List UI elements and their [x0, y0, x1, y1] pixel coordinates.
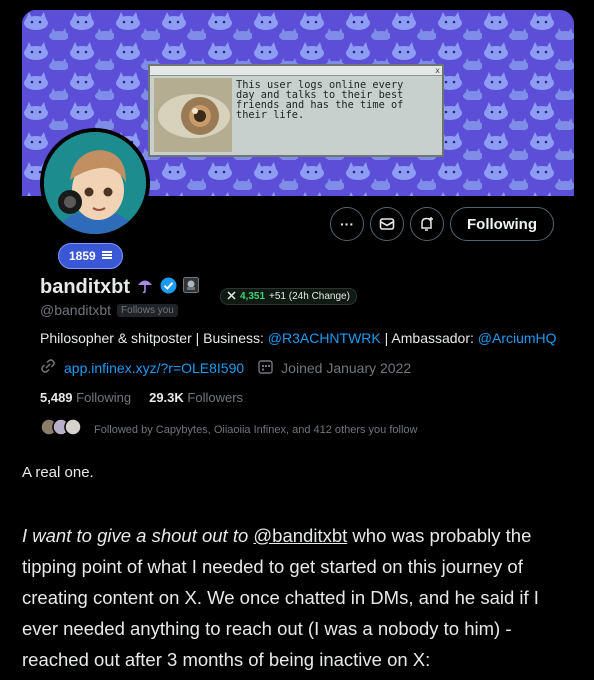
affiliate-badge-icon[interactable]	[183, 277, 199, 298]
joined-date: Joined January 2022	[281, 359, 412, 376]
profile-actions: ··· Following	[330, 207, 554, 241]
more-icon: ···	[340, 216, 355, 232]
post-mention-link[interactable]: @banditxbt	[253, 525, 347, 546]
avatar[interactable]	[40, 128, 150, 238]
website-link[interactable]: app.infinex.xyz/?r=OLE8I590	[64, 360, 244, 376]
profile-card: x This user logs online every day and ta…	[22, 0, 574, 452]
verified-icon[interactable]	[160, 277, 177, 299]
bio-mention-link[interactable]: @ArciumHQ	[478, 330, 557, 346]
link-icon	[40, 358, 56, 377]
level-badge[interactable]: 1859	[58, 243, 123, 269]
notify-button[interactable]	[410, 207, 445, 241]
followed-by-text: Followed by Capybytes, Oiiaoiia Infinex,…	[94, 423, 418, 436]
profile-bio: Philosopher & shitposter | Business: @R3…	[40, 330, 570, 346]
x-logo-icon	[227, 290, 236, 303]
following-button[interactable]: Following	[450, 207, 554, 241]
level-badge-number: 1859	[69, 249, 96, 263]
score-value: 4,351	[240, 291, 266, 302]
followed-by-row[interactable]: Followed by Capybytes, Oiiaoiia Infinex,…	[40, 418, 417, 441]
bio-text: Philosopher & shitposter | Business:	[40, 330, 268, 346]
followers-count: 29.3K	[149, 390, 184, 405]
close-icon: x	[435, 66, 440, 75]
calendar-icon	[258, 359, 273, 377]
handle-row: @banditxbt Follows you	[40, 302, 178, 318]
bio-text: | Ambassador:	[380, 330, 478, 346]
caption-text: A real one.	[22, 464, 94, 481]
eye-image	[154, 78, 232, 152]
follow-stats: 5,489 Following 29.3K Followers	[40, 390, 243, 405]
following-label: Following	[76, 390, 132, 405]
stack-icon	[101, 249, 112, 263]
score-change: +51 (24h Change)	[269, 291, 350, 302]
umbrella-icon	[136, 276, 154, 299]
post-text: I want to give a shout out to @banditxbt…	[22, 520, 572, 675]
display-name: banditxbt	[40, 276, 130, 298]
envelope-icon	[379, 218, 395, 230]
score-badge[interactable]: 4,351 +51 (24h Change)	[220, 288, 357, 305]
post-text-part: who was probably the tipping point of wh…	[22, 525, 539, 670]
bio-mention-link[interactable]: @R3ACHNTWRK	[268, 330, 381, 346]
post-text-part: I want to give a shout out to	[22, 525, 254, 546]
following-stat[interactable]: 5,489 Following	[40, 390, 131, 405]
followers-label: Followers	[187, 390, 244, 405]
handle: @banditxbt	[40, 302, 112, 318]
followers-stat[interactable]: 29.3K Followers	[149, 390, 243, 405]
more-button[interactable]: ···	[330, 207, 365, 241]
retro-window-text: This user logs online every day and talk…	[236, 79, 404, 121]
bell-plus-icon	[421, 217, 434, 231]
follower-avatars	[40, 418, 86, 441]
follows-you-badge: Follows you	[117, 303, 178, 317]
retro-window: x This user logs online every day and ta…	[148, 64, 444, 157]
following-count: 5,489	[40, 390, 73, 405]
message-button[interactable]	[370, 207, 405, 241]
name-row: banditxbt	[40, 276, 199, 299]
retro-window-titlebar: x	[150, 66, 442, 76]
profile-meta: app.infinex.xyz/?r=OLE8I590 Joined Janua…	[40, 358, 411, 377]
